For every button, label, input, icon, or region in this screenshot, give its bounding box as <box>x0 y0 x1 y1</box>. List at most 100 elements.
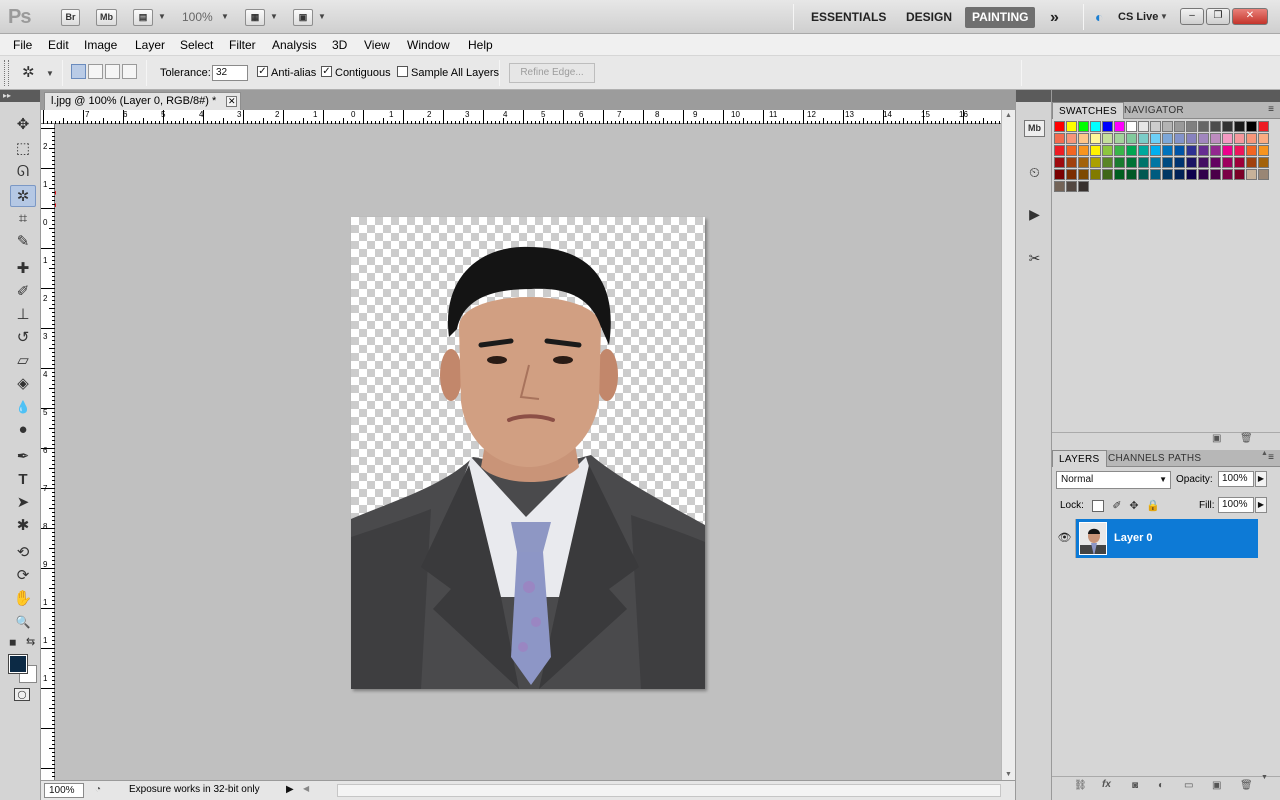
swatch[interactable] <box>1078 157 1089 168</box>
menu-layer[interactable]: Layer <box>135 38 165 52</box>
delete-layer-icon[interactable]: 🗑 <box>1240 780 1253 791</box>
panel-scroll-up-icon[interactable]: ▲ <box>1261 450 1268 457</box>
move-tool-icon[interactable]: ✥ <box>10 114 36 136</box>
swatch[interactable] <box>1078 169 1089 180</box>
3d-orbit-tool-icon[interactable]: ⟳ <box>10 565 36 587</box>
add-mask-icon[interactable]: ◙ <box>1132 780 1138 791</box>
swatch[interactable] <box>1078 121 1089 132</box>
layer-row[interactable]: 👁 Layer 0 <box>1054 519 1258 558</box>
swatch[interactable] <box>1054 121 1065 132</box>
horizontal-scrollbar[interactable] <box>337 784 1001 797</box>
swatch[interactable] <box>1138 157 1149 168</box>
fill-input[interactable]: 100% <box>1218 497 1254 513</box>
swatch[interactable] <box>1210 121 1221 132</box>
swatch[interactable] <box>1102 169 1113 180</box>
history-icon[interactable]: ⏲ <box>1024 162 1045 183</box>
swatch[interactable] <box>1234 157 1245 168</box>
swatch[interactable] <box>1054 181 1065 192</box>
minimize-button[interactable]: – <box>1180 8 1204 25</box>
tool-preset-magic-wand-icon[interactable]: ✲ <box>22 63 35 81</box>
swatch[interactable] <box>1138 133 1149 144</box>
swatch[interactable] <box>1162 169 1173 180</box>
swatch[interactable] <box>1198 145 1209 156</box>
path-selection-tool-icon[interactable]: ➤ <box>10 492 36 514</box>
menu-filter[interactable]: Filter <box>229 38 256 52</box>
tool-presets-icon[interactable]: ✂ <box>1024 248 1045 269</box>
swatch[interactable] <box>1066 133 1077 144</box>
swatch[interactable] <box>1126 121 1137 132</box>
swatch[interactable] <box>1066 121 1077 132</box>
swatch[interactable] <box>1102 157 1113 168</box>
swatch[interactable] <box>1078 145 1089 156</box>
swatch[interactable] <box>1114 121 1125 132</box>
panels-collapse-icon[interactable] <box>1052 90 1280 102</box>
eraser-tool-icon[interactable]: ▱ <box>10 350 36 372</box>
arrange-documents-button[interactable]: ▦ <box>245 9 265 26</box>
swatch[interactable] <box>1078 133 1089 144</box>
new-swatch-icon[interactable]: ▣ <box>1212 433 1221 444</box>
toolbox-collapse-icon[interactable]: ▸▸ <box>0 90 40 102</box>
blend-mode-select[interactable]: Normal ▼ <box>1056 471 1171 489</box>
refine-edge-button[interactable]: Refine Edge... <box>509 63 595 83</box>
3d-rotate-tool-icon[interactable]: ⟲ <box>10 542 36 564</box>
swatch[interactable] <box>1186 133 1197 144</box>
swatch[interactable] <box>1234 121 1245 132</box>
clone-stamp-tool-icon[interactable]: ⊥ <box>10 304 36 326</box>
workspace-design[interactable]: DESIGN <box>899 7 959 28</box>
dodge-tool-icon[interactable]: ● <box>10 419 36 441</box>
swatch[interactable] <box>1138 121 1149 132</box>
swatch[interactable] <box>1222 145 1233 156</box>
options-grip[interactable] <box>4 60 9 86</box>
quick-mask-icon[interactable]: ◯ <box>14 688 30 701</box>
screen-mode-caret-icon[interactable]: ▼ <box>318 12 326 21</box>
swatch[interactable] <box>1150 121 1161 132</box>
swatch[interactable] <box>1150 169 1161 180</box>
tab-channels[interactable]: CHANNELS <box>1102 450 1171 467</box>
swatch[interactable] <box>1174 121 1185 132</box>
swatch[interactable] <box>1198 157 1209 168</box>
swatch[interactable] <box>1234 133 1245 144</box>
swatch[interactable] <box>1246 121 1257 132</box>
anti-alias-checkbox[interactable]: ✓ <box>257 66 268 77</box>
swatch[interactable] <box>1102 121 1113 132</box>
menu-edit[interactable]: Edit <box>48 38 69 52</box>
adjustment-layer-icon[interactable]: ◐ <box>1158 780 1164 791</box>
blur-tool-icon[interactable]: 💧 <box>10 396 36 418</box>
zoom-caret-icon[interactable]: ▼ <box>221 12 229 21</box>
delete-swatch-icon[interactable]: 🗑 <box>1240 433 1253 444</box>
lock-all-icon[interactable]: 🔒 <box>1146 500 1160 512</box>
swatch[interactable] <box>1138 145 1149 156</box>
status-info-icon[interactable]: ◔ <box>95 784 101 795</box>
menu-file[interactable]: File <box>13 38 32 52</box>
swatch[interactable] <box>1174 145 1185 156</box>
close-document-icon[interactable]: ✕ <box>226 96 238 107</box>
swatch[interactable] <box>1246 157 1257 168</box>
lock-image-pixels-icon[interactable]: ✐ <box>1111 500 1123 512</box>
swatch[interactable] <box>1114 133 1125 144</box>
swatch[interactable] <box>1162 145 1173 156</box>
swatch[interactable] <box>1126 157 1137 168</box>
scroll-down-icon[interactable]: ▼ <box>1005 771 1012 778</box>
swatch[interactable] <box>1054 145 1065 156</box>
lasso-tool-icon[interactable]: ᘏ <box>10 161 36 183</box>
zoom-level[interactable]: 100% <box>182 10 213 24</box>
swatch[interactable] <box>1210 157 1221 168</box>
tab-layers[interactable]: LAYERS <box>1052 450 1107 467</box>
subtract-from-selection-icon[interactable] <box>105 64 120 79</box>
swatch[interactable] <box>1198 121 1209 132</box>
close-button[interactable]: ✕ <box>1232 8 1268 25</box>
contiguous-checkbox[interactable]: ✓ <box>321 66 332 77</box>
swatch[interactable] <box>1126 169 1137 180</box>
swatch[interactable] <box>1138 169 1149 180</box>
swatch[interactable] <box>1222 169 1233 180</box>
swatch[interactable] <box>1066 169 1077 180</box>
view-extras-caret-icon[interactable]: ▼ <box>158 12 166 21</box>
mini-bridge-button[interactable]: Mb <box>96 9 117 26</box>
intersect-selection-icon[interactable] <box>122 64 137 79</box>
default-colors-icon[interactable]: ◼ <box>9 637 16 648</box>
swatch[interactable] <box>1174 157 1185 168</box>
swatch[interactable] <box>1174 169 1185 180</box>
swatch[interactable] <box>1198 169 1209 180</box>
swatch[interactable] <box>1234 145 1245 156</box>
view-extras-button[interactable]: ▤ <box>133 9 153 26</box>
